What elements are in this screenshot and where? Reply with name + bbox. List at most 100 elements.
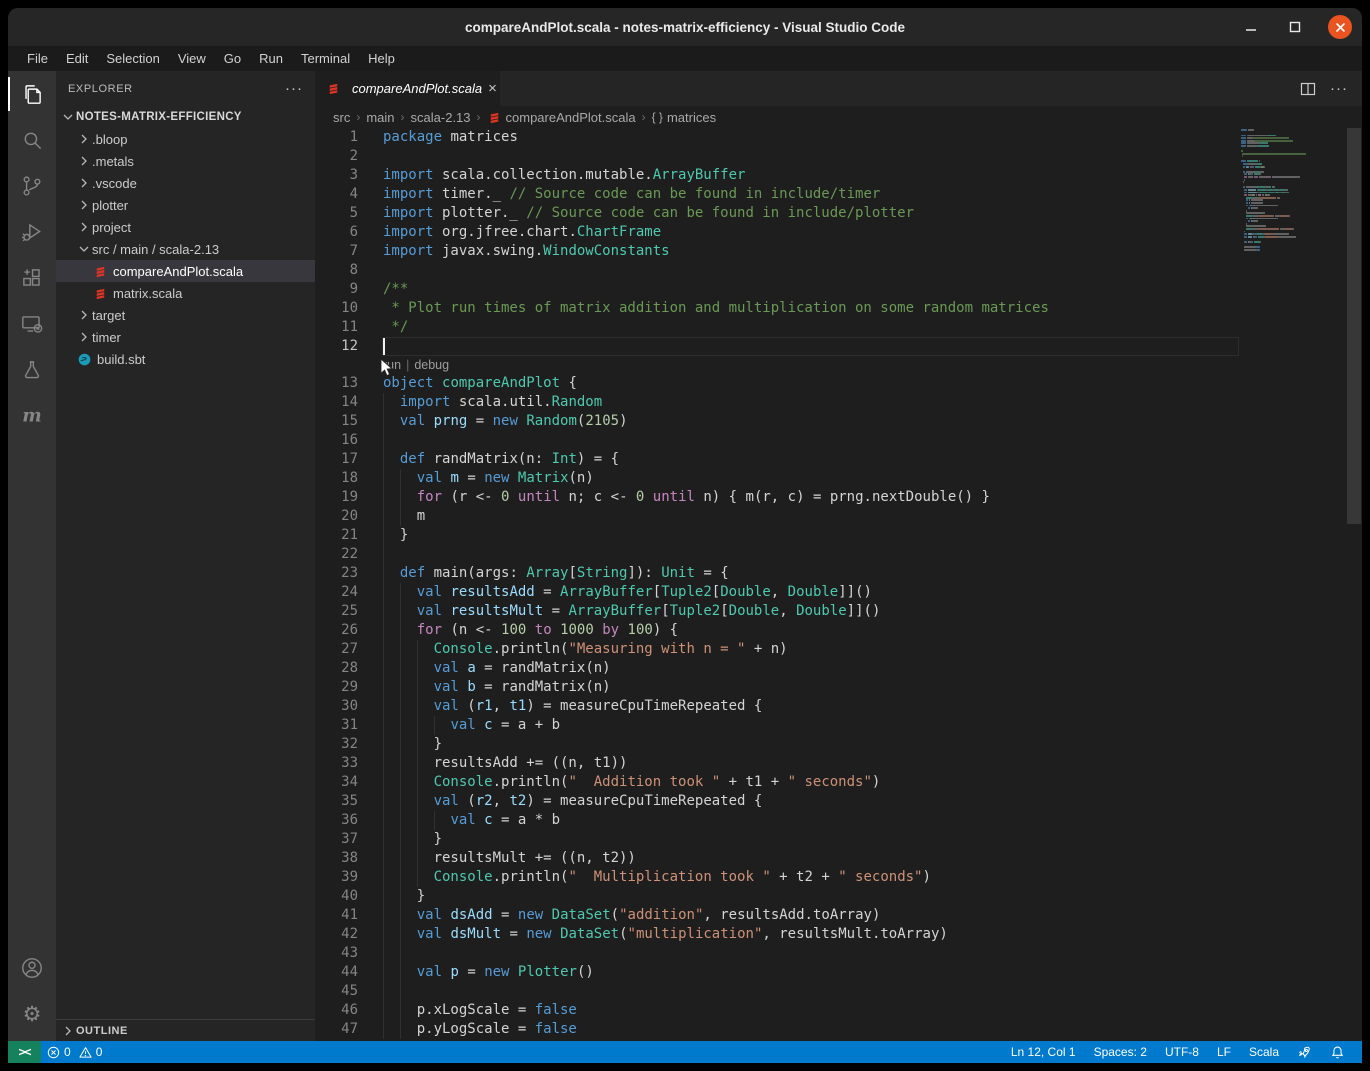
line-number: 29 — [315, 678, 383, 697]
status-metals-status[interactable] — [1288, 1041, 1321, 1063]
code-line-7: 7import javax.swing.WindowConstants — [315, 242, 1241, 261]
sidebar-more-actions[interactable]: ··· — [285, 80, 303, 97]
code-line-4: 4import timer._ // Source code can be fo… — [315, 185, 1241, 204]
files-icon[interactable] — [8, 71, 56, 117]
breadcrumb-item-src[interactable]: src — [333, 110, 350, 125]
code-line-2: 2 — [315, 147, 1241, 166]
line-number: 20 — [315, 507, 383, 526]
close-button[interactable] — [1328, 15, 1352, 39]
breadcrumb-separator: › — [398, 110, 408, 124]
tree-folder-.bloop[interactable]: .bloop — [56, 128, 315, 150]
metals-icon[interactable]: m — [8, 393, 56, 439]
tree-root-notes-matrix-efficiency[interactable]: NOTES-MATRIX-EFFICIENCY — [56, 106, 315, 128]
code-area[interactable]: 1package matrices23import scala.collecti… — [315, 128, 1241, 1041]
tab-label: compareAndPlot.scala — [352, 81, 482, 96]
line-number: 34 — [315, 773, 383, 792]
tree-folder-timer[interactable]: timer — [56, 326, 315, 348]
tree-item-label: compareAndPlot.scala — [113, 264, 243, 279]
menu-selection[interactable]: Selection — [97, 46, 168, 71]
tree-item-label: build.sbt — [97, 352, 145, 367]
breadcrumb-item-matrices[interactable]: { }matrices — [652, 110, 716, 125]
breadcrumb-item-compareandplot.scala[interactable]: compareAndPlot.scala — [487, 110, 636, 125]
status-cursor-position[interactable]: Ln 12, Col 1 — [1002, 1041, 1085, 1063]
gear-icon[interactable]: ⚙ — [8, 991, 56, 1037]
activity-bar: m⚙ — [8, 71, 56, 1041]
window-title: compareAndPlot.scala - notes-matrix-effi… — [465, 20, 905, 35]
minimize-button[interactable] — [1240, 16, 1262, 38]
tree-folder-plotter[interactable]: plotter — [56, 194, 315, 216]
line-number: 43 — [315, 944, 383, 963]
menu-file[interactable]: File — [18, 46, 57, 71]
tree-file-matrix.scala[interactable]: matrix.scala — [56, 282, 315, 304]
account-icon[interactable] — [8, 945, 56, 991]
remote-explorer-icon[interactable] — [8, 301, 56, 347]
remote-indicator[interactable]: >< — [8, 1041, 41, 1063]
line-number: 18 — [315, 469, 383, 488]
maximize-button[interactable] — [1284, 16, 1306, 38]
tree-folder-.metals[interactable]: .metals — [56, 150, 315, 172]
status-notifications[interactable] — [1321, 1041, 1354, 1063]
title-bar[interactable]: compareAndPlot.scala - notes-matrix-effi… — [8, 8, 1362, 46]
line-number: 6 — [315, 223, 383, 242]
more-actions-icon[interactable]: ··· — [1330, 80, 1348, 97]
outline-section-header[interactable]: OUTLINE — [56, 1019, 315, 1041]
code-lens-debug[interactable]: debug — [414, 358, 449, 372]
tree-file-build.sbt[interactable]: build.sbt — [56, 348, 315, 370]
line-number: 13 — [315, 374, 383, 393]
git-branch-icon[interactable] — [8, 163, 56, 209]
warning-icon — [79, 1046, 92, 1059]
menu-terminal[interactable]: Terminal — [292, 46, 359, 71]
menu-go[interactable]: Go — [215, 46, 250, 71]
menu-bar: FileEditSelectionViewGoRunTerminalHelp — [8, 46, 1362, 71]
tab-close-icon[interactable]: × — [488, 80, 497, 97]
status-right: Ln 12, Col 1Spaces: 2UTF-8LFScala — [1002, 1041, 1362, 1063]
editor: 1package matrices23import scala.collecti… — [315, 128, 1362, 1041]
line-number: 16 — [315, 431, 383, 450]
line-number: 46 — [315, 1001, 383, 1020]
status-eol[interactable]: LF — [1208, 1041, 1240, 1063]
code-line-38: 38 resultsMult += ((n, t2)) — [315, 849, 1241, 868]
breadcrumb-separator: › — [639, 110, 649, 124]
tree-item-label: .bloop — [92, 132, 127, 147]
code-line-29: 29 val b = randMatrix(n) — [315, 678, 1241, 697]
tree-folder-target[interactable]: target — [56, 304, 315, 326]
sidebar-header: EXPLORER ··· — [56, 71, 315, 106]
tab-bar: compareAndPlot.scala × ··· — [315, 71, 1362, 106]
chevron-right-icon — [76, 219, 92, 235]
tree-item-label: src / main / scala-2.13 — [92, 242, 219, 257]
beaker-icon[interactable] — [8, 347, 56, 393]
menu-view[interactable]: View — [169, 46, 215, 71]
tree-folder-src-main-scala-2.13[interactable]: src / main / scala-2.13 — [56, 238, 315, 260]
vertical-scrollbar[interactable] — [1346, 128, 1362, 1041]
chevron-right-icon — [76, 153, 92, 169]
scrollbar-slider[interactable] — [1347, 128, 1361, 524]
status-indentation[interactable]: Spaces: 2 — [1085, 1041, 1156, 1063]
tree-file-compareandplot.scala[interactable]: compareAndPlot.scala — [56, 260, 315, 282]
extensions-icon[interactable] — [8, 255, 56, 301]
menu-run[interactable]: Run — [250, 46, 292, 71]
tree-folder-.vscode[interactable]: .vscode — [56, 172, 315, 194]
editor-group: compareAndPlot.scala × ··· src›main›scal… — [315, 71, 1362, 1041]
line-number: 27 — [315, 640, 383, 659]
tree-item-label: matrix.scala — [113, 286, 182, 301]
minimap[interactable] — [1241, 128, 1346, 1041]
tab-compareAndPlot[interactable]: compareAndPlot.scala × — [315, 71, 501, 106]
error-count: 0 — [64, 1045, 71, 1059]
tree-folder-project[interactable]: project — [56, 216, 315, 238]
problems-status[interactable]: 0 0 — [41, 1041, 108, 1063]
code-line-11: 11 */ — [315, 318, 1241, 337]
breadcrumb-item-scala-2.13[interactable]: scala-2.13 — [411, 110, 471, 125]
menu-edit[interactable]: Edit — [57, 46, 97, 71]
status-language-mode[interactable]: Scala — [1240, 1041, 1288, 1063]
debug-icon[interactable] — [8, 209, 56, 255]
menu-help[interactable]: Help — [359, 46, 404, 71]
line-number: 44 — [315, 963, 383, 982]
code-line-45: 45 — [315, 982, 1241, 1001]
split-editor-icon[interactable] — [1300, 81, 1316, 97]
breadcrumb-item-main[interactable]: main — [366, 110, 394, 125]
search-icon[interactable] — [8, 117, 56, 163]
line-number: 10 — [315, 299, 383, 318]
line-number: 8 — [315, 261, 383, 280]
status-encoding[interactable]: UTF-8 — [1156, 1041, 1208, 1063]
line-number: 15 — [315, 412, 383, 431]
